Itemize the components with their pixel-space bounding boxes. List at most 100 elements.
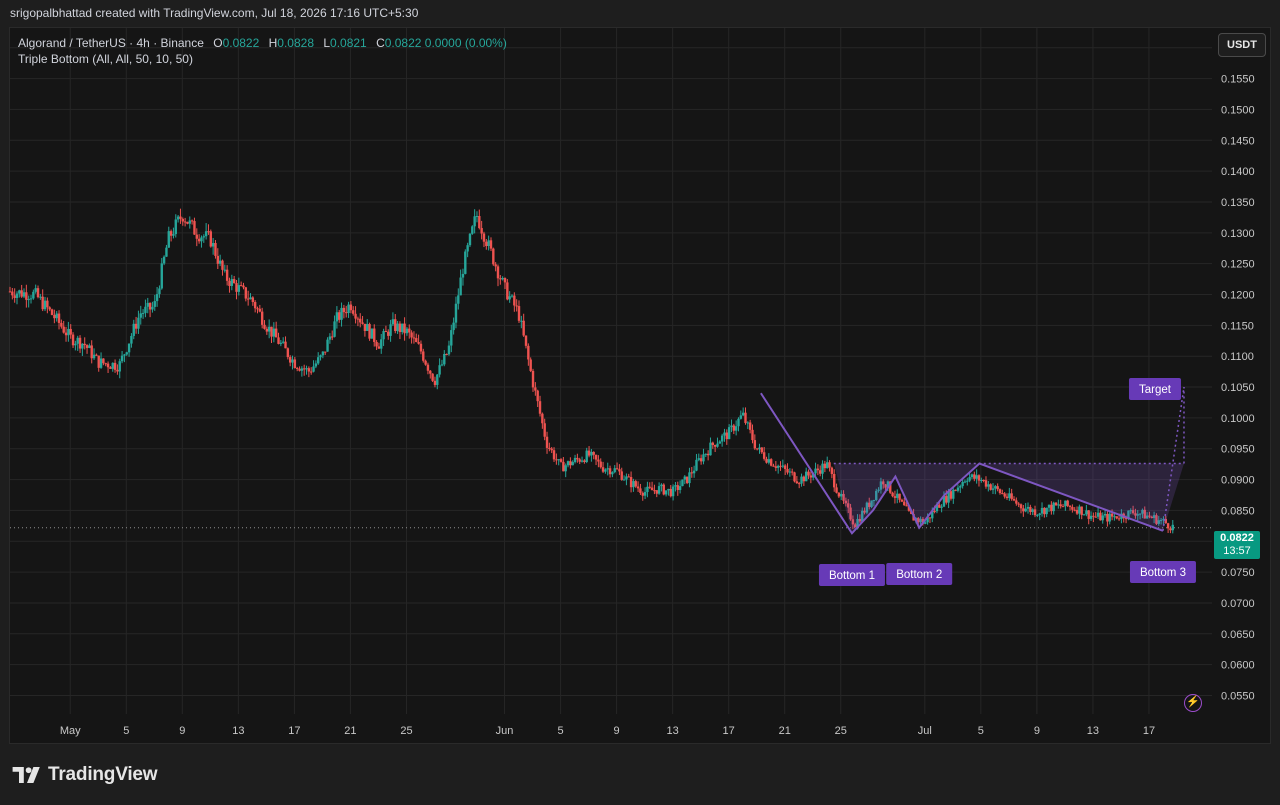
candle-body	[312, 366, 315, 372]
candle-body	[1078, 506, 1081, 514]
candle-body	[758, 447, 761, 450]
candle-body	[8, 291, 12, 293]
candle-body	[39, 296, 42, 298]
candle-body	[321, 351, 325, 356]
candle-body	[127, 343, 131, 353]
pattern-zigzag	[760, 392, 1164, 535]
candle-body	[730, 425, 733, 428]
candle-body	[90, 345, 93, 359]
candle-body	[155, 294, 159, 302]
candle-body	[398, 323, 402, 333]
y-tick-label: 0.1550	[1221, 74, 1255, 86]
candle-body	[464, 251, 467, 274]
candle-body	[790, 471, 794, 473]
tradingview-logo-icon	[12, 767, 40, 783]
candle-body	[636, 486, 640, 489]
candle-body	[1096, 512, 1100, 517]
candle-body	[274, 328, 278, 338]
candle-body	[683, 476, 686, 480]
candle-body	[613, 468, 616, 473]
candle-body	[819, 470, 822, 474]
candle-body	[433, 380, 437, 385]
triple-bottom-pattern: Bottom 1 Bottom 2 Bottom 3 Target	[760, 378, 1196, 586]
candle-body	[188, 220, 191, 224]
candle-body	[69, 328, 72, 335]
candle-body	[702, 454, 705, 462]
candle-body	[473, 216, 476, 227]
indicator-label[interactable]: Triple Bottom (All, All, 50, 10, 50)	[18, 51, 507, 67]
candle-body	[991, 488, 995, 490]
candle-body	[538, 401, 542, 414]
candle-body	[816, 468, 820, 471]
candle-body	[1066, 500, 1069, 506]
candle-body	[802, 476, 806, 482]
y-tick-label: 0.1300	[1221, 228, 1255, 240]
y-tick-label: 0.1100	[1221, 351, 1254, 363]
candle-body	[88, 345, 91, 348]
y-tick-label: 0.0550	[1221, 690, 1255, 702]
tradingview-wordmark: TradingView	[48, 764, 158, 785]
candle-body	[99, 358, 103, 368]
candle-body	[478, 215, 481, 229]
chart-legend: Algorand / TetherUS · 4h · Binance O0.08…	[18, 35, 507, 67]
x-tick-label: 5	[123, 725, 129, 737]
candle-body	[594, 454, 598, 460]
candle-body	[615, 468, 619, 470]
candle-body	[211, 242, 215, 247]
candle-body	[482, 233, 486, 242]
candle-body	[508, 296, 511, 300]
candle-body	[634, 481, 637, 487]
candle-body	[671, 486, 675, 497]
symbol-name[interactable]: Algorand / TetherUS · 4h · Binance	[18, 36, 204, 50]
candle-body	[443, 353, 446, 365]
bar-countdown: 13:57	[1223, 545, 1251, 557]
candle-body	[1052, 502, 1055, 512]
candle-body	[667, 488, 670, 491]
candle-body	[195, 234, 198, 239]
candle-body	[639, 488, 642, 493]
candle-body	[903, 501, 906, 506]
candle-body	[900, 499, 904, 502]
y-tick-label: 0.1200	[1221, 290, 1255, 302]
candle-body	[629, 476, 633, 488]
candle-body	[1029, 506, 1032, 512]
candle-body	[837, 492, 841, 497]
candle-body	[85, 345, 89, 348]
candle-body	[387, 331, 390, 336]
candle-body	[534, 387, 537, 391]
pattern-label: Bottom 2	[896, 569, 942, 581]
candle-body	[239, 285, 243, 287]
candle-body	[396, 323, 399, 331]
candle-body	[295, 367, 299, 369]
candle-body	[734, 426, 738, 431]
price-chart[interactable]: 0.16000.15500.15000.14500.14000.13500.13…	[0, 0, 1280, 805]
currency-button[interactable]: USDT	[1218, 33, 1266, 57]
candle-body	[331, 336, 334, 338]
candle-body	[678, 486, 682, 490]
candle-body	[725, 432, 729, 440]
candle-body	[81, 343, 84, 349]
candle-body	[363, 323, 367, 331]
candle-body	[643, 492, 647, 496]
candle-body	[527, 345, 530, 360]
candle-body	[314, 363, 318, 367]
candle-body	[445, 353, 448, 355]
candle-body	[793, 472, 796, 482]
candle-body	[57, 313, 61, 323]
x-tick-label: 5	[978, 725, 984, 737]
candle-body	[1087, 510, 1090, 519]
candle-body	[641, 492, 644, 496]
candle-body	[417, 341, 420, 344]
candle-body	[660, 484, 663, 487]
candle-body	[230, 279, 234, 286]
low-value: 0.0821	[330, 36, 367, 50]
candle-body	[193, 221, 196, 235]
candle-body	[627, 476, 630, 478]
high-value: 0.0828	[277, 36, 314, 50]
candle-body	[335, 312, 339, 322]
candle-body	[1085, 510, 1088, 515]
lightning-icon[interactable]: ⚡	[1184, 694, 1202, 712]
candle-body	[513, 295, 516, 306]
candle-body	[162, 256, 166, 264]
candle-body	[130, 335, 133, 344]
